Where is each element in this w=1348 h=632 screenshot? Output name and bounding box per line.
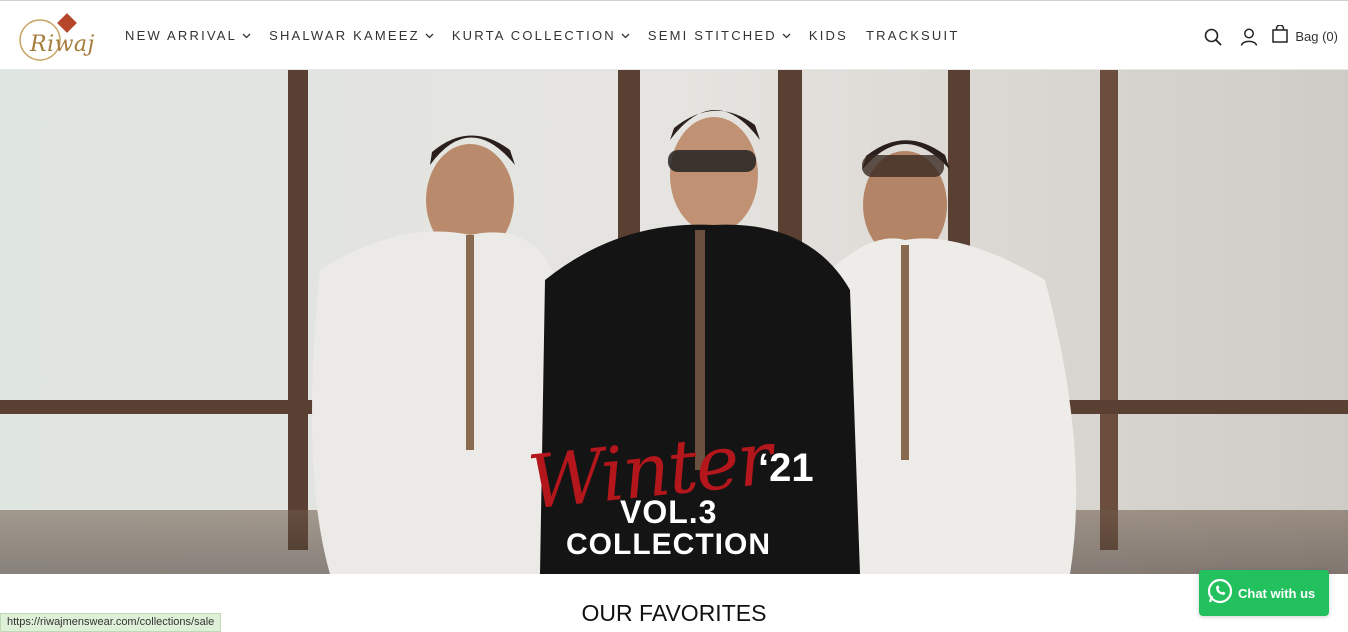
chat-label: Chat with us bbox=[1238, 585, 1316, 601]
site-header: Riwaj NEW ARRIVAL SHALWAR KAMEEZ KURTA COL… bbox=[0, 0, 1348, 70]
nav-item-semi-stitched[interactable]: SEMI STITCHED bbox=[648, 28, 791, 43]
nav-item-label: NEW ARRIVAL bbox=[125, 28, 238, 43]
logo-text: Riwaj bbox=[30, 32, 95, 57]
nav-item-label: TRACKSUIT bbox=[866, 28, 960, 43]
bag-button[interactable]: Bag (0) bbox=[1272, 24, 1338, 48]
nav-item-label: KURTA COLLECTION bbox=[451, 28, 616, 43]
nav-item-label: SHALWAR KAMEEZ bbox=[269, 28, 420, 43]
header-icons: Bag (0) bbox=[1188, 24, 1338, 48]
nav-item-new-arrival[interactable]: NEW ARRIVAL bbox=[125, 28, 251, 43]
nav-item-label: SEMI STITCHED bbox=[647, 28, 777, 43]
main-nav: NEW ARRIVAL SHALWAR KAMEEZ KURTA COLLECTIO… bbox=[125, 28, 977, 43]
chevron-down-icon bbox=[242, 31, 251, 40]
chevron-down-icon bbox=[621, 31, 630, 40]
whatsapp-chat-button[interactable]: Chat with us bbox=[1199, 570, 1329, 616]
hero-year: ‘21 bbox=[758, 446, 814, 490]
hero-line-collection: COLLECTION bbox=[566, 528, 771, 561]
whatsapp-icon bbox=[1207, 578, 1233, 609]
search-icon[interactable] bbox=[1202, 26, 1224, 48]
nav-item-kids[interactable]: KIDS bbox=[809, 28, 848, 43]
nav-item-tracksuit[interactable]: TRACKSUIT bbox=[866, 28, 959, 43]
nav-item-label: KIDS bbox=[808, 28, 848, 43]
bag-label: Bag (0) bbox=[1295, 29, 1338, 44]
nav-item-shalwar-kameez[interactable]: SHALWAR KAMEEZ bbox=[269, 28, 434, 43]
status-bar-url: https://riwajmenswear.com/collections/sa… bbox=[0, 613, 222, 632]
chevron-down-icon bbox=[425, 31, 434, 40]
user-icon[interactable] bbox=[1238, 26, 1260, 48]
brand-logo[interactable]: Riwaj bbox=[14, 10, 98, 62]
bag-icon bbox=[1272, 24, 1289, 48]
chevron-down-icon bbox=[782, 31, 791, 40]
hero-line-vol: VOL.3 bbox=[620, 494, 718, 530]
nav-item-kurta-collection[interactable]: KURTA COLLECTION bbox=[452, 28, 630, 43]
